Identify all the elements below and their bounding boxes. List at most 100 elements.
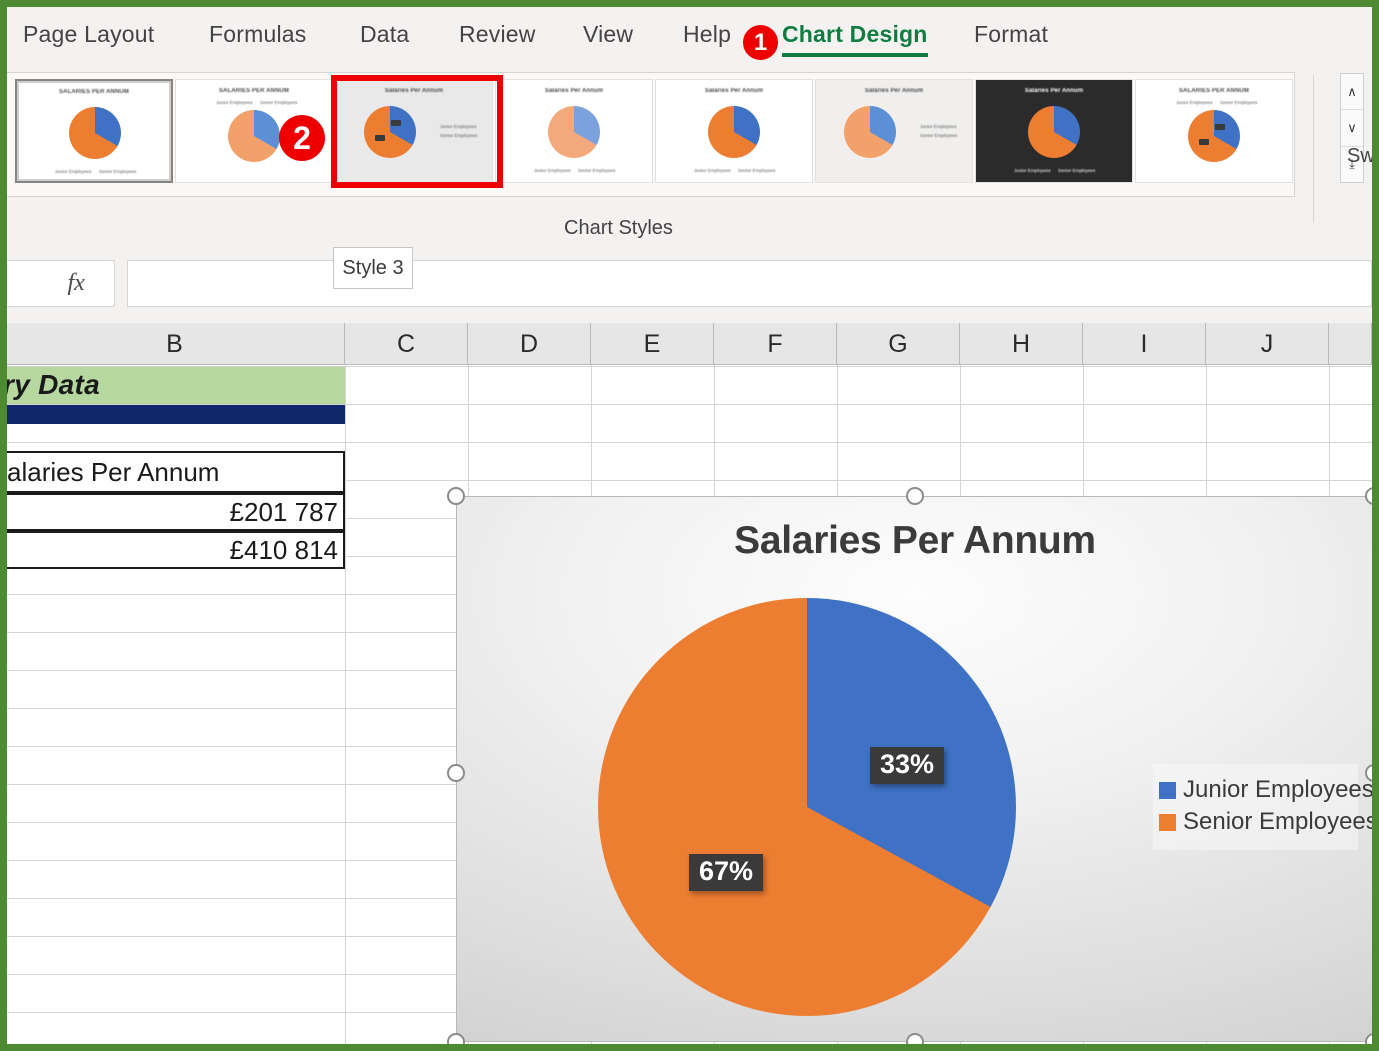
column-header-F[interactable]: F: [714, 323, 837, 365]
formula-input[interactable]: [127, 260, 1372, 307]
column-header-E[interactable]: E: [591, 323, 714, 365]
ribbon-tab-label: Format: [974, 21, 1048, 47]
thumbnail-legend-item: Senior Employees: [260, 100, 297, 105]
pie-label-junior[interactable]: 33%: [870, 747, 944, 784]
cell-salary-data-banner[interactable]: ry Data: [7, 366, 345, 404]
column-header-D[interactable]: D: [468, 323, 591, 365]
thumbnail-pie-icon: [708, 106, 760, 158]
thumbnail-title: Salaries Per Annum: [336, 88, 492, 94]
formula-bar-buttons: ✓ fx: [0, 260, 115, 307]
thumbnail-legend-item: Junior Employees: [440, 124, 477, 129]
ribbon-tab-label: Chart Design: [782, 21, 928, 47]
column-header-H[interactable]: H: [960, 323, 1083, 365]
thumbnail-legend-item: Junior Employees: [1014, 168, 1051, 173]
ribbon-tab-page-layout[interactable]: Page Layout: [23, 21, 154, 48]
chart-styles-group-label: Chart Styles: [564, 217, 673, 240]
pie-label-senior[interactable]: 67%: [689, 854, 763, 891]
legend-item-senior[interactable]: Senior Employees: [1159, 808, 1354, 836]
cell-value-1[interactable]: £201 787: [7, 493, 345, 531]
thumbnail-pie-icon: [844, 106, 896, 158]
active-tab-underline: [782, 53, 928, 57]
chart-style-thumbnail-5[interactable]: Salaries Per AnnumJunior EmployeesSenior…: [655, 79, 813, 183]
ribbon-tab-label: Review: [459, 21, 536, 47]
cell-text: £410 814: [230, 535, 338, 566]
confirm-icon[interactable]: ✓: [0, 268, 9, 299]
ribbon-tab-label: Help: [683, 21, 731, 47]
chart-resize-handle[interactable]: [1365, 487, 1379, 505]
thumbnail-legend-item: Junior Employees: [216, 100, 253, 105]
chart-object[interactable]: Salaries Per Annum 33% 67% Junior Employ…: [456, 496, 1374, 1042]
chart-style-thumbnail-1[interactable]: SALARIES PER ANNUMJunior EmployeesSenior…: [15, 79, 173, 183]
legend-item-junior[interactable]: Junior Employees: [1159, 776, 1354, 804]
chart-resize-handle[interactable]: [447, 1033, 465, 1051]
column-header-I[interactable]: I: [1083, 323, 1206, 365]
thumbnail-legend-item: Senior Employees: [99, 169, 136, 174]
thumbnail-title: Salaries Per Annum: [496, 88, 652, 94]
ribbon-tab-data[interactable]: Data: [360, 21, 409, 48]
thumbnail-pie-icon: [228, 110, 280, 162]
thumbnail-legend-item: Senior Employees: [1058, 168, 1095, 173]
thumbnail-pie-icon: [1188, 110, 1240, 162]
chart-style-thumbnail-4[interactable]: Salaries Per AnnumJunior EmployeesSenior…: [495, 79, 653, 183]
thumbnail-legend-item: Junior Employees: [920, 124, 957, 129]
cell-header[interactable]: alaries Per Annum: [7, 451, 345, 493]
thumbnail-legend-item: Senior Employees: [1220, 100, 1257, 105]
chart-title[interactable]: Salaries Per Annum: [457, 519, 1373, 563]
chart-style-thumbnail-7[interactable]: Salaries Per AnnumJunior EmployeesSenior…: [975, 79, 1133, 183]
ribbon-tab-view[interactable]: View: [583, 21, 633, 48]
chart-legend[interactable]: Junior Employees Senior Employees: [1153, 764, 1358, 850]
cell-value-2[interactable]: £410 814: [7, 531, 345, 569]
column-header-end[interactable]: [1329, 323, 1372, 365]
cell-navy-bar: [7, 404, 345, 424]
ribbon-tab-help[interactable]: Help: [683, 21, 731, 48]
thumbnail-legend-item: Senior Employees: [920, 133, 957, 138]
step-badge-number: 1: [754, 31, 767, 55]
chart-styles-gallery[interactable]: SALARIES PER ANNUM Junior Employees Senior…: [7, 72, 1295, 197]
chart-resize-handle[interactable]: [447, 487, 465, 505]
scroll-up-icon[interactable]: ∧: [1341, 74, 1363, 110]
chart-style-thumbnail-3[interactable]: Salaries Per Annum Junior Employees Senior…: [335, 79, 493, 183]
thumbnail-title: SALARIES PER ANNUM: [17, 89, 171, 95]
step-badge-number: 2: [293, 122, 311, 154]
insert-function-icon[interactable]: fx: [67, 270, 84, 297]
column-header-J[interactable]: J: [1206, 323, 1329, 365]
ribbon-tab-format[interactable]: Format: [974, 21, 1048, 48]
ribbon-group-divider: [1313, 75, 1314, 223]
grid-line-horizontal: [7, 404, 1372, 405]
chart-style-thumbnail-6[interactable]: Salaries Per AnnumJunior EmployeesSenior…: [815, 79, 973, 183]
chart-resize-handle[interactable]: [1365, 764, 1379, 782]
thumbnail-legend-item: Junior Employees: [534, 168, 571, 173]
thumbnail-legend-item: Senior Employees: [738, 168, 775, 173]
column-header-label: J: [1261, 330, 1274, 359]
thumbnail-pie-icon: [1028, 106, 1080, 158]
chart-resize-handle[interactable]: [906, 487, 924, 505]
thumbnail-legend-item: Junior Employees: [1176, 100, 1213, 105]
legend-swatch-junior-icon: [1159, 782, 1176, 799]
thumbnail-title: SALARIES PER ANNUM: [1136, 88, 1292, 94]
column-header-B[interactable]: B: [7, 323, 345, 365]
banner-text: ry Data: [7, 369, 100, 401]
ribbon-tab-chart-design[interactable]: Chart Design: [782, 21, 928, 48]
step-badge-2: 2: [279, 115, 325, 161]
ribbon-tab-bar: Page Layout Formulas Data Review View Help Cha…: [7, 7, 1372, 65]
ribbon-tab-label: Formulas: [209, 21, 306, 47]
pie-chart[interactable]: [598, 598, 1016, 1016]
chart-style-thumbnail-8[interactable]: SALARIES PER ANNUM Junior Employees Senior…: [1135, 79, 1293, 183]
thumbnail-legend-item: Senior Employees: [440, 133, 477, 138]
scroll-down-icon[interactable]: ∨: [1341, 110, 1363, 146]
chart-resize-handle[interactable]: [447, 764, 465, 782]
column-header-label: I: [1141, 330, 1148, 359]
legend-swatch-senior-icon: [1159, 814, 1176, 831]
ribbon-tab-review[interactable]: Review: [459, 21, 536, 48]
ribbon-tab-formulas[interactable]: Formulas: [209, 21, 306, 48]
step-badge-1: 1: [743, 25, 778, 60]
switch-row-column-label[interactable]: Sw: [1347, 145, 1375, 168]
column-header-C[interactable]: C: [345, 323, 468, 365]
column-header-label: C: [397, 330, 415, 359]
thumbnail-data-label: [391, 120, 401, 126]
ribbon-tab-label: View: [583, 21, 633, 47]
chart-resize-handle[interactable]: [1365, 1033, 1379, 1051]
chart-resize-handle[interactable]: [906, 1033, 924, 1051]
ribbon-tab-label: Data: [360, 21, 409, 47]
column-header-G[interactable]: G: [837, 323, 960, 365]
